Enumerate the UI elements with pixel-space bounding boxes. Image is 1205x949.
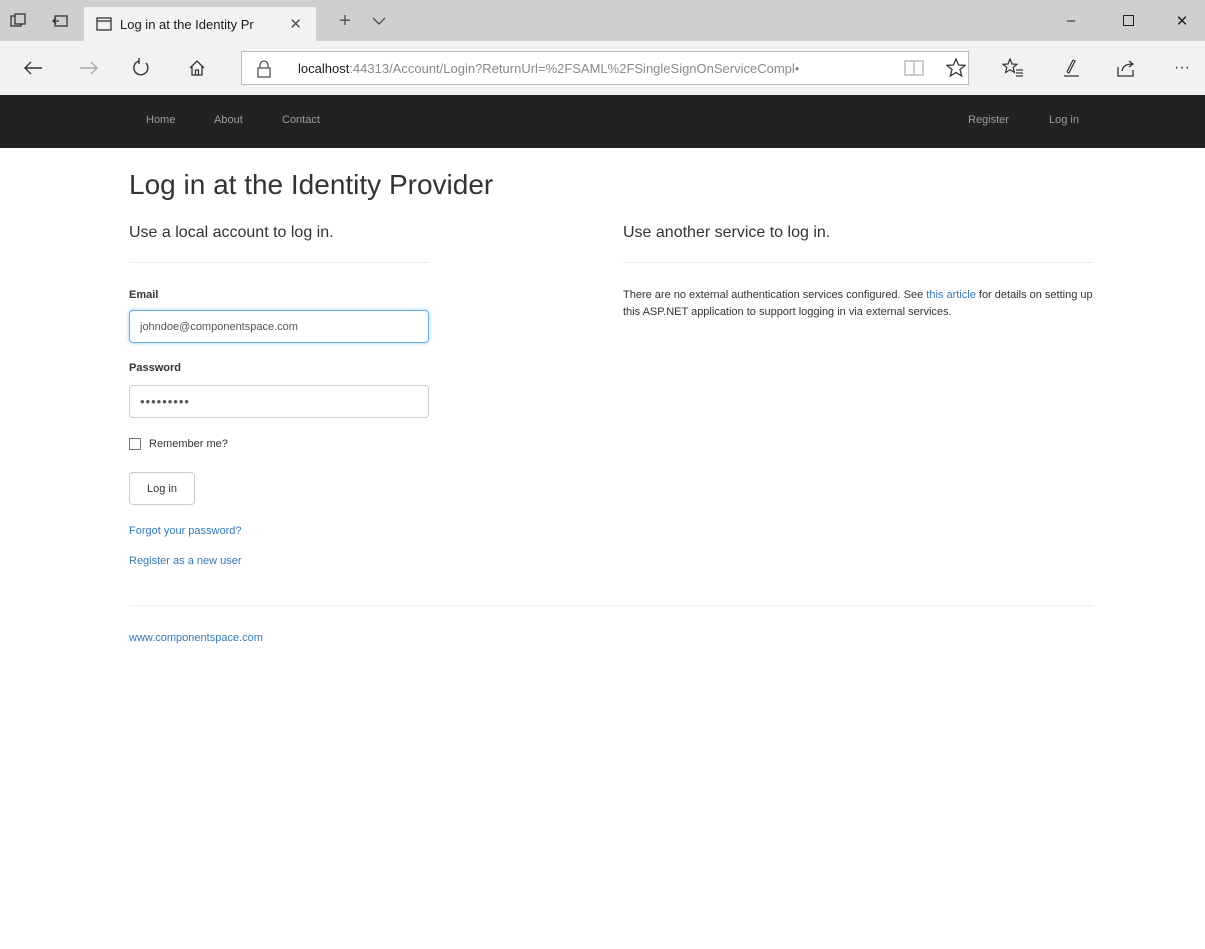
divider [129,262,429,263]
site-navbar: Home About Contact Register Log in [0,95,1205,148]
maximize-button[interactable] [1105,0,1151,41]
minimize-button[interactable]: – [1048,0,1094,41]
nav-home[interactable]: Home [146,114,175,126]
page-title: Log in at the Identity Provider [129,169,494,200]
browser-toolbar: localhost :44313/Account/Login?ReturnUrl… [0,41,1205,95]
password-label: Password [129,362,181,374]
page-tab-icon [96,17,112,31]
set-tabs-aside-icon[interactable] [50,11,70,31]
forgot-password-link[interactable]: Forgot your password? [129,525,242,537]
close-window-button[interactable]: ✕ [1159,0,1205,41]
chevron-down-icon[interactable] [368,10,390,32]
password-field[interactable]: ••••••••• [129,385,429,418]
email-label: Email [129,289,159,301]
footer-link[interactable]: www.componentspace.com [129,632,263,644]
nav-contact[interactable]: Contact [282,114,320,126]
register-link[interactable]: Register as a new user [129,555,242,567]
home-icon[interactable] [184,55,210,81]
external-text-before: There are no external authentication ser… [623,289,927,301]
email-field[interactable]: johndoe@componentspace.com [129,310,429,343]
url-host: localhost [298,60,350,76]
share-icon[interactable] [1113,55,1139,81]
refresh-icon[interactable] [128,55,154,81]
external-services-text: There are no external authentication ser… [623,287,1093,321]
url-path: :44313/Account/Login?ReturnUrl=%2FSAML%2… [349,60,800,76]
remember-me-checkbox[interactable] [129,438,141,450]
local-login-heading: Use a local account to log in. [129,224,334,241]
remember-me[interactable]: Remember me? [129,438,228,450]
nav-login[interactable]: Log in [1049,114,1079,126]
favorite-star-icon[interactable] [943,55,969,81]
favorites-hub-icon[interactable] [1000,55,1026,81]
address-bar[interactable]: localhost :44313/Account/Login?ReturnUrl… [241,51,969,85]
close-tab-icon[interactable]: ✕ [289,15,302,33]
pen-notes-icon[interactable] [1058,55,1084,81]
footer-divider [129,605,1093,606]
tab-actions-icon[interactable] [8,11,28,31]
more-menu-icon[interactable]: ··· [1168,55,1196,81]
this-article-link[interactable]: this article [926,289,976,301]
remember-me-label: Remember me? [149,438,228,450]
new-tab-icon[interactable]: + [334,10,356,32]
external-login-heading: Use another service to log in. [623,224,831,241]
nav-register[interactable]: Register [968,114,1009,126]
tab-title: Log in at the Identity Pr [120,16,254,32]
browser-titlebar: Log in at the Identity Pr ✕ + – ✕ [0,0,1205,41]
login-button[interactable]: Log in [129,472,195,505]
nav-about[interactable]: About [214,114,243,126]
back-icon[interactable] [20,55,46,81]
lock-icon [257,60,271,78]
reading-view-icon[interactable] [903,57,925,79]
tab-active[interactable]: Log in at the Identity Pr ✕ [84,7,316,41]
forward-icon[interactable] [76,55,102,81]
divider [623,262,1093,263]
